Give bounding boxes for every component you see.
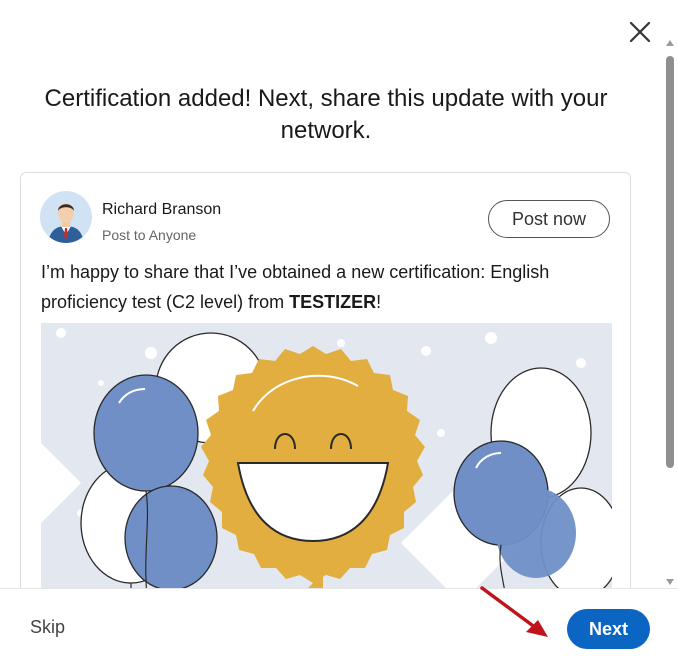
close-icon — [629, 21, 651, 43]
scrollbar[interactable] — [662, 40, 678, 585]
annotation-arrow-icon — [480, 586, 548, 637]
scroll-down-arrow-icon[interactable] — [666, 579, 674, 585]
avatar — [40, 191, 92, 243]
post-text: I’m happy to share that I’ve obtained a … — [41, 257, 621, 317]
skip-button[interactable]: Skip — [20, 609, 75, 645]
post-visibility[interactable]: Post to Anyone — [102, 227, 196, 243]
next-button[interactable]: Next — [567, 609, 650, 649]
post-preview-card: Richard Branson Post to Anyone Post now … — [20, 172, 631, 602]
scroll-up-arrow-icon[interactable] — [666, 40, 674, 46]
modal-title: Certification added! Next, share this up… — [44, 85, 608, 144]
post-now-button[interactable]: Post now — [488, 200, 610, 238]
certificate-illustration — [41, 323, 612, 601]
author-name[interactable]: Richard Branson — [102, 201, 221, 219]
scrollbar-thumb[interactable] — [666, 56, 674, 468]
post-text-end: ! — [376, 292, 382, 312]
modal-footer: Skip Next — [0, 588, 678, 664]
post-text-brand: TESTIZER — [289, 292, 377, 312]
close-button[interactable] — [624, 16, 656, 48]
